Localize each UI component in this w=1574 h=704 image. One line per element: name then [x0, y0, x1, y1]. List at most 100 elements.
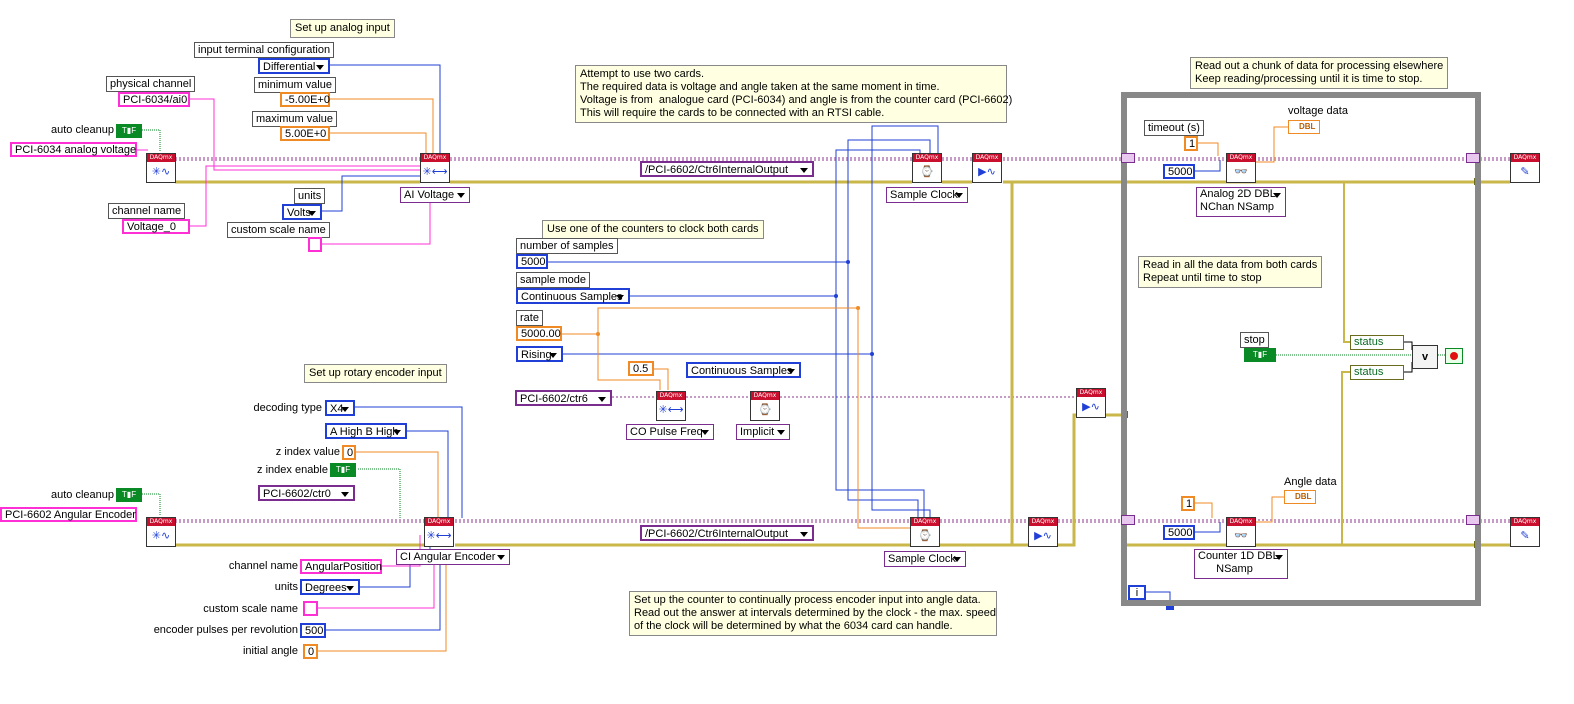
- read-analog-selector[interactable]: Analog 2D DBL NChan NSamp: [1196, 187, 1286, 217]
- ppr-label: encoder pulses per revolution: [153, 624, 298, 636]
- iteration-terminal: i: [1128, 585, 1146, 600]
- note-read-both: Read in all the data from both cards Rep…: [1138, 256, 1323, 288]
- angle-data-label: Angle data: [1284, 476, 1337, 488]
- stop-button[interactable]: T▮F: [1244, 348, 1276, 362]
- loop-task-tunnel-bottom-right: [1466, 515, 1480, 525]
- ones-input[interactable]: 1: [1181, 496, 1195, 511]
- encoder-channel-name-input[interactable]: AngularPosition: [300, 559, 382, 574]
- terminal-bottom-dropdown[interactable]: /PCI-6602/Ctr6InternalOutput: [640, 525, 814, 541]
- custom-scale-input[interactable]: [308, 237, 322, 252]
- initial-angle-input[interactable]: 0: [303, 644, 318, 659]
- timeout-input[interactable]: 1: [1184, 136, 1198, 151]
- status-unbundle-1: status: [1350, 335, 1404, 350]
- daqmx-timing-top-icon[interactable]: DAQmx ⌚: [912, 153, 942, 183]
- or-function: v: [1412, 345, 1438, 369]
- co-pulse-freq-selector[interactable]: CO Pulse Freq: [626, 424, 714, 440]
- sample-mode-label: sample mode: [516, 272, 591, 288]
- daqmx-create-ci-channel-icon[interactable]: DAQmx ✳⟷: [424, 517, 454, 547]
- itc-dropdown[interactable]: Differential: [258, 58, 330, 74]
- auto-cleanup-toggle[interactable]: T▮F: [116, 124, 142, 138]
- ppr-input[interactable]: 500: [300, 623, 326, 638]
- physical-channel-input[interactable]: PCI-6034/ai0: [118, 92, 190, 107]
- encoder-auto-cleanup-toggle[interactable]: T▮F: [116, 488, 142, 502]
- z-index-enable-label: z index enable: [257, 464, 328, 476]
- custom-scale-label: custom scale name: [227, 222, 330, 238]
- daqmx-create-channel-ai-icon[interactable]: DAQmx ✳⟷: [420, 153, 450, 183]
- daqmx-start-encoder-icon[interactable]: DAQmx ▶∿: [1028, 517, 1058, 547]
- ci-angular-encoder-selector[interactable]: CI Angular Encoder: [396, 549, 510, 565]
- loop-task-tunnel-bottom-left: [1121, 515, 1135, 525]
- z-index-enable-toggle[interactable]: T▮F: [330, 463, 356, 477]
- sample-clock-bottom-selector[interactable]: Sample Clock: [884, 551, 966, 567]
- channel-name-input[interactable]: Voltage_0: [122, 219, 190, 234]
- read-counter-selector[interactable]: Counter 1D DBL NSamp: [1194, 549, 1288, 579]
- min-value-input[interactable]: -5.00E+0: [280, 92, 330, 107]
- rate-label: rate: [516, 310, 543, 326]
- daqmx-read-counter-icon[interactable]: DAQmx 👓: [1226, 517, 1256, 547]
- encoder-custom-scale-label: custom scale name: [203, 603, 298, 615]
- ctr0-channel-dropdown[interactable]: PCI-6602/ctr0: [258, 485, 355, 501]
- note-setup-encoder: Set up rotary encoder input: [304, 364, 447, 383]
- daqmx-clear-task-top-icon[interactable]: DAQmx ✎: [1510, 153, 1540, 183]
- nsamples-label: number of samples: [516, 238, 618, 254]
- status-unbundle-2: status: [1350, 365, 1404, 380]
- loop-task-tunnel-top-left: [1121, 153, 1135, 163]
- ctr6-channel-dropdown[interactable]: PCI-6602/ctr6: [515, 390, 612, 406]
- channel-name-label: channel name: [108, 203, 186, 219]
- voltage-data-indicator: DBL: [1288, 120, 1321, 134]
- daqmx-create-task-icon[interactable]: DAQmx ✳∿: [146, 153, 176, 183]
- decoding-type-label: decoding type: [253, 402, 323, 414]
- stop-label: stop: [1240, 332, 1269, 348]
- daqmx-create-co-channel-icon[interactable]: DAQmx ✳⟷: [656, 391, 686, 421]
- daqmx-read-analog-icon[interactable]: DAQmx 👓: [1226, 153, 1256, 183]
- edge-dropdown[interactable]: Rising: [516, 346, 563, 362]
- encoder-task-name-input[interactable]: PCI-6602 Angular Encoder: [0, 507, 137, 522]
- nsamples-input[interactable]: 5000: [516, 254, 548, 269]
- daqmx-start-counter-icon[interactable]: DAQmx ▶∿: [1076, 388, 1106, 418]
- units-dropdown[interactable]: Volts: [282, 204, 322, 220]
- sample-mode-dropdown[interactable]: Continuous Samples: [516, 288, 630, 304]
- ab-state-dropdown[interactable]: A High B High: [325, 423, 407, 439]
- ai-voltage-selector[interactable]: AI Voltage: [400, 187, 470, 203]
- note-setup-analog: Set up analog input: [290, 19, 395, 38]
- daqmx-start-analog-icon[interactable]: DAQmx ▶∿: [972, 153, 1002, 183]
- decoding-type-dropdown[interactable]: X4: [325, 400, 355, 416]
- auto-cleanup-label: auto cleanup: [51, 124, 114, 136]
- z-index-value-input[interactable]: 0: [342, 445, 356, 460]
- encoder-units-label: units: [274, 581, 298, 593]
- implicit-selector[interactable]: Implicit: [736, 424, 790, 440]
- encoder-units-dropdown[interactable]: Degrees: [300, 579, 360, 595]
- physical-channel-label: physical channel: [106, 76, 196, 92]
- max-value-input[interactable]: 5.00E+0: [280, 126, 330, 141]
- sample-clock-top-selector[interactable]: Sample Clock: [886, 187, 968, 203]
- encoder-channel-name-label: channel name: [228, 560, 298, 572]
- note-encoder-process: Set up the counter to continually proces…: [629, 591, 997, 636]
- encoder-custom-scale-input[interactable]: [303, 601, 318, 616]
- z-index-value-label: z index value: [275, 446, 340, 458]
- initial-angle-label: initial angle: [242, 645, 298, 657]
- note-counters-clock: Use one of the counters to clock both ca…: [542, 220, 764, 239]
- rate-input[interactable]: 5000.00: [516, 326, 562, 341]
- samples-top-input[interactable]: 5000: [1163, 164, 1195, 179]
- daqmx-create-task-encoder-icon[interactable]: DAQmx ✳∿: [146, 517, 176, 547]
- max-value-label: maximum value: [252, 111, 338, 127]
- terminal-top-dropdown[interactable]: /PCI-6602/Ctr6InternalOutput: [640, 161, 814, 177]
- note-read-chunk: Read out a chunk of data for processing …: [1190, 57, 1449, 89]
- angle-data-indicator: DBL: [1284, 490, 1317, 504]
- encoder-auto-cleanup-label: auto cleanup: [51, 489, 114, 501]
- loop-task-tunnel-top-right: [1466, 153, 1480, 163]
- units-label: units: [294, 188, 326, 204]
- min-value-label: minimum value: [254, 77, 336, 93]
- voltage-data-label: voltage data: [1288, 105, 1348, 117]
- samples-bottom-input[interactable]: 5000: [1163, 525, 1195, 540]
- itc-label: input terminal configuration: [194, 42, 335, 58]
- loop-condition-icon[interactable]: [1445, 348, 1463, 364]
- note-attempt: Attempt to use two cards. The required d…: [575, 65, 1012, 123]
- daqmx-timing-implicit-icon[interactable]: DAQmx ⌚: [750, 391, 780, 421]
- counter-mode-dropdown[interactable]: Continuous Samples: [686, 362, 801, 378]
- timeout-label: timeout (s): [1144, 120, 1204, 136]
- daqmx-timing-bottom-icon[interactable]: DAQmx ⌚: [910, 517, 940, 547]
- duty-cycle-input[interactable]: 0.5: [628, 361, 654, 376]
- task-name-input[interactable]: PCI-6034 analog voltage: [10, 142, 137, 157]
- daqmx-clear-task-bottom-icon[interactable]: DAQmx ✎: [1510, 517, 1540, 547]
